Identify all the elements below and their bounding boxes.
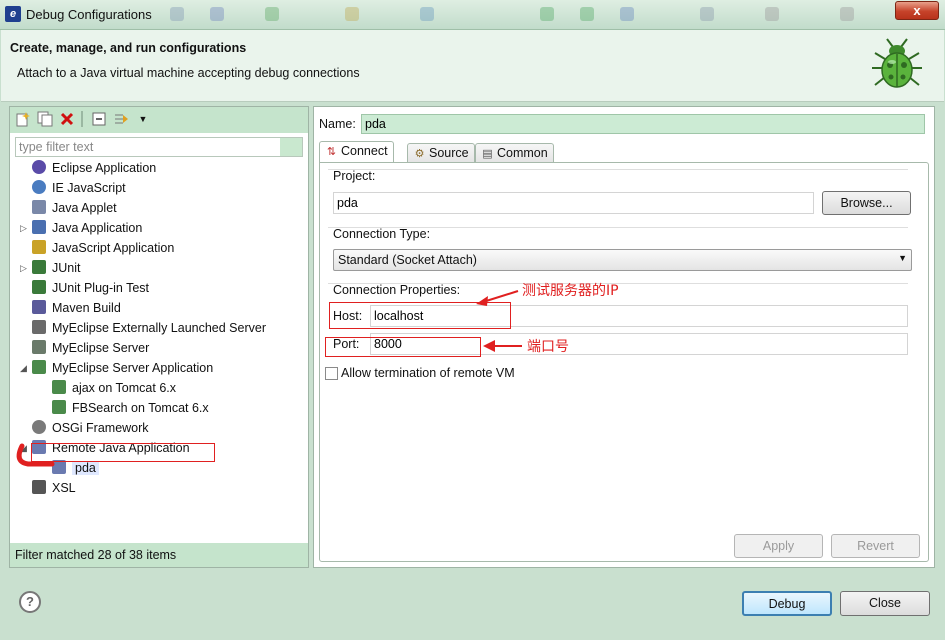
duplicate-icon[interactable]: [37, 111, 53, 127]
tree-item-myeclipse-server[interactable]: MyEclipse Server: [32, 339, 149, 357]
allow-termination-checkbox[interactable]: [325, 367, 338, 380]
tree-item-junit[interactable]: JUnit: [32, 259, 80, 277]
filter-status: Filter matched 28 of 38 items: [10, 543, 308, 567]
project-field[interactable]: [333, 192, 814, 214]
tab-strip: ⇅ Connect ⚙ Source ▤ Common: [319, 141, 929, 163]
filter-icon[interactable]: [113, 111, 129, 127]
tree-item-javascript-application[interactable]: JavaScript Application: [32, 239, 174, 257]
connect-icon: ⇅: [326, 146, 337, 158]
new-configuration-icon[interactable]: [15, 111, 31, 127]
revert-button[interactable]: Revert: [831, 534, 920, 558]
name-field[interactable]: [361, 114, 925, 134]
tree-item-junit-plugin-test[interactable]: JUnit Plug-in Test: [32, 279, 149, 297]
close-button[interactable]: Close: [840, 591, 930, 616]
remote-java-highlight-box: [31, 443, 215, 462]
xsl-icon: [32, 480, 46, 494]
tree-item-ie-javascript[interactable]: IE JavaScript: [32, 179, 126, 197]
config-icon: [52, 460, 66, 474]
help-icon[interactable]: ?: [19, 591, 41, 613]
tree-item-xsl[interactable]: XSL: [32, 479, 76, 497]
project-label: Project:: [333, 169, 376, 183]
background-toolbar-icon: [580, 7, 594, 21]
expand-chevron-right-icon[interactable]: ▷: [20, 219, 30, 237]
tab-common[interactable]: ▤ Common: [475, 143, 554, 163]
junit-icon: [32, 260, 46, 274]
tree-item-myeclipse-externally-launched-server[interactable]: MyEclipse Externally Launched Server: [32, 319, 266, 337]
configurations-toolbar: ▼: [10, 107, 308, 133]
background-toolbar-icon: [700, 7, 714, 21]
server-icon: [32, 320, 46, 334]
host-annotation-text: 测试服务器的IP: [522, 283, 619, 299]
server-icon: [32, 340, 46, 354]
title-bar: e Debug Configurations x: [0, 0, 945, 30]
tree-item-java-applet[interactable]: Java Applet: [32, 199, 117, 217]
server-app-icon: [32, 360, 46, 374]
filter-input[interactable]: [15, 137, 303, 157]
source-icon: ⚙: [414, 148, 425, 160]
configurations-panel: ▼ Eclipse Application IE JavaScript Java…: [9, 106, 309, 568]
header-title: Create, manage, and run configurations: [10, 41, 247, 55]
background-toolbar-icon: [765, 7, 779, 21]
maven-icon: [32, 300, 46, 314]
java-app-icon: [32, 220, 46, 234]
window-title: Debug Configurations: [26, 7, 152, 22]
browse-button[interactable]: Browse...: [822, 191, 911, 215]
tree-item-fbsearch-on-tomcat[interactable]: FBSearch on Tomcat 6.x: [52, 399, 209, 417]
background-toolbar-icon: [420, 7, 434, 21]
window-close-button[interactable]: x: [895, 1, 939, 20]
header-subtitle: Attach to a Java virtual machine accepti…: [17, 66, 360, 80]
name-label: Name:: [319, 117, 356, 131]
collapse-all-icon[interactable]: [91, 111, 107, 127]
tree-item-maven-build[interactable]: Maven Build: [32, 299, 121, 317]
filter-clear-area: [280, 138, 302, 156]
dialog-header: Create, manage, and run configurations A…: [1, 30, 944, 102]
view-menu-chevron-down-icon[interactable]: ▼: [135, 111, 151, 127]
connection-type-select[interactable]: Standard (Socket Attach) ▼: [333, 249, 912, 271]
bug-icon: [872, 38, 922, 88]
background-toolbar-icon: [620, 7, 634, 21]
toolbar-separator: [81, 111, 83, 127]
collapse-chevron-down-icon[interactable]: ◢: [20, 439, 30, 457]
common-icon: ▤: [482, 148, 493, 160]
collapse-chevron-down-icon[interactable]: ◢: [20, 359, 30, 377]
globe-icon: [32, 180, 46, 194]
tomcat-icon: [52, 400, 66, 414]
osgi-icon: [32, 420, 46, 434]
port-annotation-text: 端口号: [527, 339, 569, 355]
background-toolbar-icon: [540, 7, 554, 21]
apply-button[interactable]: Apply: [734, 534, 823, 558]
background-toolbar-icon: [265, 7, 279, 21]
applet-icon: [32, 200, 46, 214]
chevron-down-icon: ▼: [898, 253, 907, 263]
tree-item-osgi-framework[interactable]: OSGi Framework: [32, 419, 149, 437]
background-toolbar-icon: [170, 7, 184, 21]
background-toolbar-icon: [210, 7, 224, 21]
delete-icon[interactable]: [59, 111, 75, 127]
tree-item-ajax-on-tomcat[interactable]: ajax on Tomcat 6.x: [52, 379, 176, 397]
connection-type-value: Standard (Socket Attach): [338, 253, 477, 267]
background-toolbar-icon: [345, 7, 359, 21]
allow-termination-label: Allow termination of remote VM: [341, 366, 515, 380]
tab-source[interactable]: ⚙ Source: [407, 143, 475, 163]
configuration-tree: Eclipse Application IE JavaScript Java A…: [15, 159, 303, 543]
eclipse-icon: [32, 160, 46, 174]
connection-type-label: Connection Type:: [333, 227, 431, 241]
host-highlight-box: [329, 302, 511, 329]
js-icon: [32, 240, 46, 254]
background-toolbar-icon: [840, 7, 854, 21]
junit-plugin-icon: [32, 280, 46, 294]
tree-item-java-application[interactable]: Java Application: [32, 219, 142, 237]
tab-connect[interactable]: ⇅ Connect: [319, 141, 394, 163]
expand-chevron-right-icon[interactable]: ▷: [20, 259, 30, 277]
connection-properties-label: Connection Properties:: [333, 283, 461, 297]
port-highlight-box: [325, 337, 481, 357]
close-icon: x: [913, 3, 921, 18]
app-logo-icon: e: [5, 6, 21, 22]
debug-button[interactable]: Debug: [742, 591, 832, 616]
tree-item-myeclipse-server-application[interactable]: MyEclipse Server Application: [32, 359, 213, 377]
tree-item-eclipse-application[interactable]: Eclipse Application: [32, 159, 156, 177]
tomcat-icon: [52, 380, 66, 394]
